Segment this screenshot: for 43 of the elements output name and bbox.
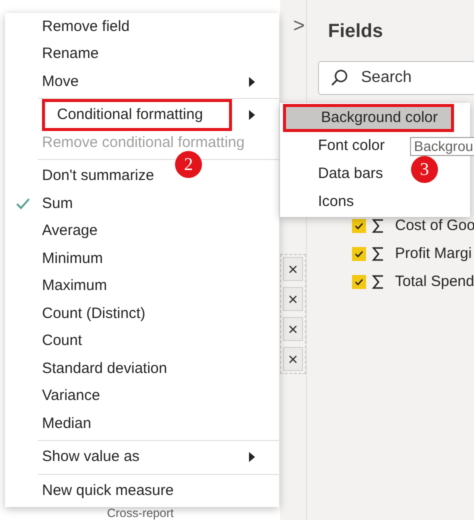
menu-item[interactable]: Background color [283,104,454,132]
remove-button[interactable]: × [283,317,303,341]
menu-item[interactable]: Variance [42,385,100,408]
search-icon [330,68,348,86]
menu-item[interactable]: Average [42,220,98,242]
remove-button[interactable]: × [283,257,303,281]
field-name[interactable]: Cost of Goo [395,217,474,234]
menu-item[interactable]: Font color [283,132,385,160]
section-label: Cross-report [107,507,174,519]
menu-item[interactable]: Count (Distinct) [42,302,146,325]
checkbox[interactable] [352,246,366,260]
menu-item[interactable]: Show value as [42,446,140,468]
expand-chevron[interactable]: > [293,16,305,36]
menu-item[interactable]: Standard deviation [42,358,168,380]
sigma-icon [372,218,385,232]
menu-item[interactable]: Data bars [283,160,384,188]
menu-item[interactable]: Maximum [42,275,108,298]
checkbox[interactable] [352,274,366,288]
menu-item: Remove conditional formatting [42,132,245,152]
search-field[interactable]: Search [318,60,474,94]
menu-item[interactable]: Move [42,70,79,93]
sigma-icon [372,246,385,260]
sigma-icon [372,274,385,288]
menu-item[interactable]: Icons [283,188,354,216]
menu-item[interactable]: Median [42,412,92,435]
menu-item[interactable]: Conditional formatting [42,99,232,132]
checkbox[interactable] [352,218,366,232]
field-name[interactable]: Profit Margi [395,245,472,262]
field-name[interactable]: Total Spend [395,273,474,290]
menu-item[interactable]: Sum [42,192,73,215]
menu-item[interactable]: Rename [42,43,99,66]
tooltip: Backgrou [410,137,474,156]
menu-item[interactable]: New quick measure [42,480,174,502]
remove-button[interactable]: × [283,287,303,311]
check-icon [354,248,364,258]
menu-item[interactable]: Don't summarize [42,165,154,188]
check-icon [354,220,364,230]
check-icon [354,276,364,286]
pane-title: Fields [328,20,384,44]
menu-item[interactable]: Minimum [42,248,103,270]
menu-item[interactable]: Remove field [42,16,130,38]
menu-item[interactable]: Count [42,330,82,352]
remove-button[interactable]: × [283,347,303,371]
